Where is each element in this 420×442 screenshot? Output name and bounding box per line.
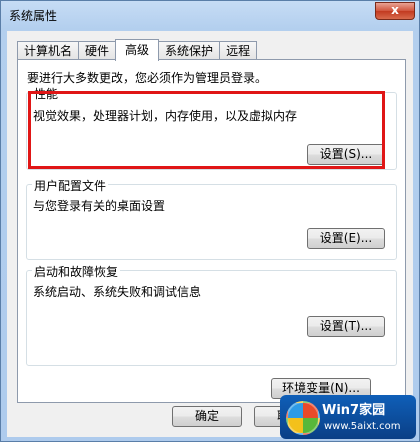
title-bar[interactable]: 系统属性 x (1, 1, 419, 29)
window-title: 系统属性 (9, 9, 58, 23)
tab-hardware[interactable]: 硬件 (78, 41, 117, 60)
user-profiles-group: 用户配置文件 与您登录有关的桌面设置 设置(E)... (26, 177, 397, 260)
system-properties-window: 系统属性 x 计算机名 硬件 高级 系统保护 远程 要进行大多数更改，您必须作为… (0, 0, 420, 442)
windows-logo-icon (286, 401, 320, 435)
watermark-text: Win7家园 (322, 403, 386, 418)
admin-note: 要进行大多数更改，您必须作为管理员登录。 (27, 71, 268, 85)
win7-watermark: Win7家园 www.5aixt.com (280, 395, 416, 439)
user-profiles-description: 与您登录有关的桌面设置 (33, 199, 166, 213)
close-button[interactable]: x (375, 2, 415, 20)
tab-system-protection[interactable]: 系统保护 (158, 41, 221, 60)
startup-recovery-group: 启动和故障恢复 系统启动、系统失败和调试信息 设置(T)... (26, 263, 397, 366)
startup-recovery-settings-button[interactable]: 设置(T)... (307, 316, 385, 337)
watermark-url: www.5aixt.com (324, 421, 401, 432)
user-profiles-settings-button[interactable]: 设置(E)... (307, 228, 385, 249)
tab-strip: 计算机名 硬件 高级 系统保护 远程 (17, 39, 258, 61)
close-icon: x (391, 3, 399, 17)
performance-highlight-box (28, 91, 385, 169)
startup-recovery-description: 系统启动、系统失败和调试信息 (33, 285, 202, 299)
user-profiles-title: 用户配置文件 (32, 177, 109, 194)
startup-recovery-title: 启动和故障恢复 (32, 263, 121, 280)
ok-button[interactable]: 确定 (172, 406, 242, 427)
tab-advanced[interactable]: 高级 (115, 39, 160, 61)
tab-remote[interactable]: 远程 (219, 41, 258, 60)
tab-computer-name[interactable]: 计算机名 (17, 41, 80, 60)
